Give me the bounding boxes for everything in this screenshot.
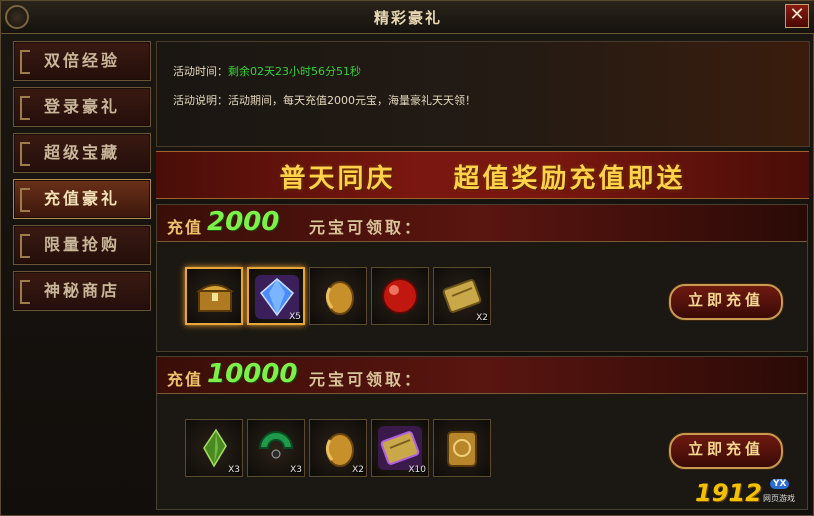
green-crystal-icon xyxy=(203,428,227,468)
event-info-panel: 活动时间：剩余02天23小时56分51秒 活动说明：活动期间，每天充值2000元… xyxy=(156,41,810,147)
reward-qty: X3 xyxy=(290,465,302,475)
site-watermark-logo: 1912 YX 网页游戏 xyxy=(695,479,805,509)
tier-label: 充值 xyxy=(167,218,204,237)
recharge-tier-2000: 充值 2000 元宝可领取： X5 X2 立即充值 xyxy=(156,204,808,352)
reward-slot[interactable]: X2 xyxy=(309,419,367,477)
reward-slot[interactable]: X2 xyxy=(433,267,491,325)
gold-token-icon xyxy=(447,431,477,467)
tier-amount: 10000 xyxy=(207,359,298,389)
scroll-icon xyxy=(442,279,482,313)
reward-slot[interactable] xyxy=(371,267,429,325)
tier-header: 充值 10000 元宝可领取： xyxy=(157,357,807,394)
reward-slot[interactable]: X3 xyxy=(185,419,243,477)
window-title: 精彩豪礼 xyxy=(373,9,442,27)
reward-slot[interactable]: X3 xyxy=(247,419,305,477)
sidebar-item-recharge-gift[interactable]: 充值豪礼 xyxy=(13,179,151,219)
event-time-label: 活动时间： xyxy=(173,65,228,78)
event-time-countdown: 剩余02天23小时56分51秒 xyxy=(228,65,361,78)
purple-scroll-icon xyxy=(378,426,422,470)
reward-qty: X10 xyxy=(408,465,426,475)
event-desc-label: 活动说明： xyxy=(173,94,228,107)
tier-suffix: 元宝可领取： xyxy=(309,370,424,389)
reward-qty: X2 xyxy=(352,465,364,475)
watermark-number: 1912 xyxy=(695,479,762,507)
reward-slot[interactable] xyxy=(309,267,367,325)
tier-amount: 2000 xyxy=(207,207,280,237)
reward-slot[interactable] xyxy=(185,267,243,325)
promo-banner: 普天同庆 超值奖励充值即送 xyxy=(156,151,809,199)
sidebar-item-double-exp[interactable]: 双倍经验 xyxy=(13,41,151,81)
recharge-now-button[interactable]: 立即充值 xyxy=(669,284,783,320)
reward-slot[interactable]: X10 xyxy=(371,419,429,477)
tier-header: 充值 2000 元宝可领取： xyxy=(157,205,807,242)
red-orb-icon xyxy=(382,278,418,314)
sidebar-item-super-treasure[interactable]: 超级宝藏 xyxy=(13,133,151,173)
reward-qty: X2 xyxy=(476,313,488,323)
title-bar: 精彩豪礼 ✕ xyxy=(1,1,814,34)
close-button[interactable]: ✕ xyxy=(785,4,809,28)
event-desc-row: 活动说明：活动期间，每天充值2000元宝，海量豪礼天天领！ xyxy=(173,92,476,108)
gold-orb-icon xyxy=(325,433,354,467)
gold-orb-icon xyxy=(325,281,354,315)
reward-qty: X3 xyxy=(228,465,240,475)
jade-disc-icon xyxy=(258,431,294,459)
reward-slot[interactable] xyxy=(433,419,491,477)
event-desc-text: 活动期间，每天充值2000元宝，海量豪礼天天领！ xyxy=(228,94,476,107)
treasure-chest-icon xyxy=(195,284,235,312)
watermark-badge: YX xyxy=(770,479,790,489)
event-time-row: 活动时间：剩余02天23小时56分51秒 xyxy=(173,63,361,79)
reward-slot[interactable]: X5 xyxy=(247,267,305,325)
reward-qty: X5 xyxy=(289,312,301,322)
sidebar-item-login-gift[interactable]: 登录豪礼 xyxy=(13,87,151,127)
sidebar-item-mystery-shop[interactable]: 神秘商店 xyxy=(13,271,151,311)
sidebar-item-limited-buy[interactable]: 限量抢购 xyxy=(13,225,151,265)
window-frame: 精彩豪礼 ✕ 双倍经验 登录豪礼 超级宝藏 充值豪礼 限量抢购 神秘商店 活动时… xyxy=(0,0,814,516)
banner-text: 普天同庆 超值奖励充值即送 xyxy=(279,164,686,194)
sidebar: 双倍经验 登录豪礼 超级宝藏 充值豪礼 限量抢购 神秘商店 xyxy=(13,41,151,317)
recharge-now-button[interactable]: 立即充值 xyxy=(669,433,783,469)
tier-label: 充值 xyxy=(167,370,204,389)
tier-suffix: 元宝可领取： xyxy=(309,218,424,237)
watermark-subtitle: 网页游戏 xyxy=(763,494,795,503)
